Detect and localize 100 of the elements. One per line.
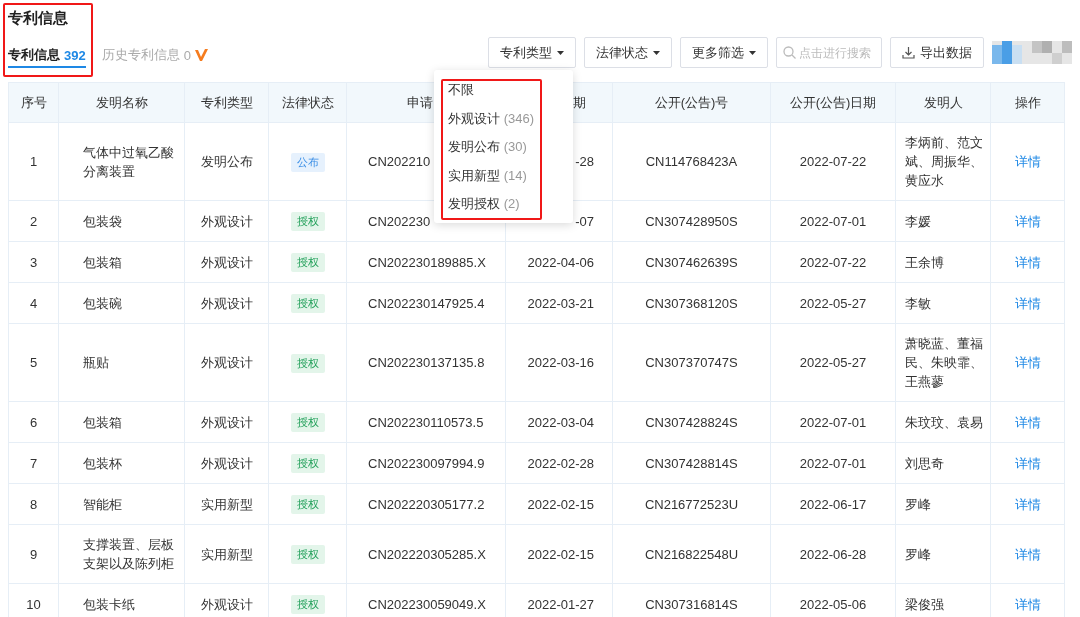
tab[interactable]: 专利信息 392 xyxy=(8,44,86,68)
table-cell: 包装箱 xyxy=(58,401,185,443)
table-cell: 罗峰 xyxy=(895,524,991,584)
table-cell: 王余博 xyxy=(895,241,991,283)
tab[interactable]: 历史专利信息 0 xyxy=(101,44,209,68)
table-cell: 2022-07-22 xyxy=(770,122,896,201)
table-cell: 朱玟玟、袁易 xyxy=(895,401,991,443)
table-cell: 包装碗 xyxy=(58,282,185,324)
table-cell: CN216822548U xyxy=(612,524,771,584)
table-cell: 9 xyxy=(8,524,59,584)
column-header: 序号 xyxy=(8,82,59,123)
filter-dropdown[interactable]: 法律状态 xyxy=(584,37,672,68)
table-cell: CN202230147925.4 xyxy=(346,282,506,324)
detail-link[interactable]: 详情 xyxy=(1014,254,1041,270)
status-tag: 授权 xyxy=(290,495,325,514)
table-cell: 2022-07-01 xyxy=(770,401,896,443)
detail-link[interactable]: 详情 xyxy=(1014,213,1041,229)
table-cell: 2022-02-15 xyxy=(505,524,613,584)
table-cell: 实用新型 xyxy=(184,524,269,584)
table-cell: 瓶贴 xyxy=(58,323,185,402)
table-cell: 4 xyxy=(8,282,59,324)
table-cell: 2022-05-27 xyxy=(770,323,896,402)
table-cell: 8 xyxy=(8,483,59,525)
detail-link[interactable]: 详情 xyxy=(1014,355,1041,370)
detail-link[interactable]: 详情 xyxy=(1014,596,1041,612)
table-cell: CN307428824S xyxy=(612,401,771,443)
status-tag: 授权 xyxy=(290,212,325,231)
status-tag: 公布 xyxy=(290,152,325,172)
status-tag: 授权 xyxy=(290,545,325,564)
detail-link[interactable]: 详情 xyxy=(1014,546,1041,562)
download-icon xyxy=(902,46,915,59)
column-header: 专利类型 xyxy=(184,82,269,123)
status-tag: 授权 xyxy=(290,413,325,432)
table-cell: 包装杯 xyxy=(58,442,185,484)
table-cell: CN307428950S xyxy=(612,200,771,242)
search-field[interactable]: 点击进行搜索 xyxy=(776,37,882,68)
table-cell: CN114768423A xyxy=(612,122,771,201)
table-cell: 实用新型 xyxy=(184,483,269,525)
table-cell: 2022-03-04 xyxy=(505,401,613,443)
table-cell: 2 xyxy=(8,200,59,242)
table-cell: 刘思奇 xyxy=(895,442,991,484)
table-cell: 支撑装置、层板支架以及陈列柜 xyxy=(58,524,185,584)
filter-dropdown[interactable]: 专利类型 xyxy=(488,37,576,68)
table-cell: 智能柜 xyxy=(58,483,185,525)
table-cell: 外观设计 xyxy=(184,442,269,484)
table-cell: CN202230189885.X xyxy=(346,241,506,283)
table-cell: 外观设计 xyxy=(184,241,269,283)
table-cell: CN307368120S xyxy=(612,282,771,324)
table-cell: 3 xyxy=(8,241,59,283)
table-cell: 发明公布 xyxy=(184,122,269,201)
table-cell: 2022-05-27 xyxy=(770,282,896,324)
status-tag: 授权 xyxy=(290,294,325,313)
table-cell: 罗峰 xyxy=(895,483,991,525)
table-cell: 7 xyxy=(8,442,59,484)
column-header: 公开(公告)号 xyxy=(612,82,771,123)
caret-icon xyxy=(749,50,756,55)
table-cell: 2022-04-06 xyxy=(505,241,613,283)
column-header: 发明名称 xyxy=(58,82,185,123)
table-cell: 2022-07-22 xyxy=(770,241,896,283)
table-cell: 2022-06-17 xyxy=(770,483,896,525)
table-cell: 2022-07-01 xyxy=(770,200,896,242)
caret-icon xyxy=(557,50,564,55)
detail-link[interactable]: 详情 xyxy=(1014,154,1041,169)
table-cell: CN202230097994.9 xyxy=(346,442,506,484)
page-title: 专利信息 xyxy=(8,8,69,28)
table-cell: 外观设计 xyxy=(184,200,269,242)
table-cell: 李炳前、范文斌、周振华、黄应水 xyxy=(895,122,991,201)
filter-dropdown[interactable]: 更多筛选 xyxy=(680,37,768,68)
table-cell: 2022-02-28 xyxy=(505,442,613,484)
table-cell: 包装箱 xyxy=(58,241,185,283)
detail-link[interactable]: 详情 xyxy=(1014,295,1041,311)
table-cell: CN307428814S xyxy=(612,442,771,484)
table-cell: 李敏 xyxy=(895,282,991,324)
search-icon xyxy=(783,46,796,59)
status-tag: 授权 xyxy=(290,595,325,614)
table-cell: CN202220305285.X xyxy=(346,524,506,584)
detail-link[interactable]: 详情 xyxy=(1014,496,1041,512)
table-cell: CN216772523U xyxy=(612,483,771,525)
column-header: 公开(公告)日期 xyxy=(770,82,896,123)
status-tag: 授权 xyxy=(290,253,325,272)
table-cell: CN307462639S xyxy=(612,241,771,283)
table-cell: 5 xyxy=(8,323,59,402)
table-cell: 10 xyxy=(8,583,59,617)
table-cell: 2022-06-28 xyxy=(770,524,896,584)
table-cell: 2022-03-16 xyxy=(505,323,613,402)
status-tag: 授权 xyxy=(290,353,325,373)
table-cell: 2022-02-15 xyxy=(505,483,613,525)
table-cell: 2022-07-01 xyxy=(770,442,896,484)
table-cell: 气体中过氧乙酸分离装置 xyxy=(58,122,185,201)
detail-link[interactable]: 详情 xyxy=(1014,414,1041,430)
table-cell: 外观设计 xyxy=(184,282,269,324)
column-header: 法律状态 xyxy=(268,82,347,123)
table-cell: 包装袋 xyxy=(58,200,185,242)
table-cell: 2022-03-21 xyxy=(505,282,613,324)
column-header: 发明人 xyxy=(895,82,991,123)
export-button[interactable]: 导出数据 xyxy=(890,37,984,68)
caret-icon xyxy=(653,50,660,55)
table-cell: 6 xyxy=(8,401,59,443)
detail-link[interactable]: 详情 xyxy=(1014,455,1041,471)
status-tag: 授权 xyxy=(290,454,325,473)
